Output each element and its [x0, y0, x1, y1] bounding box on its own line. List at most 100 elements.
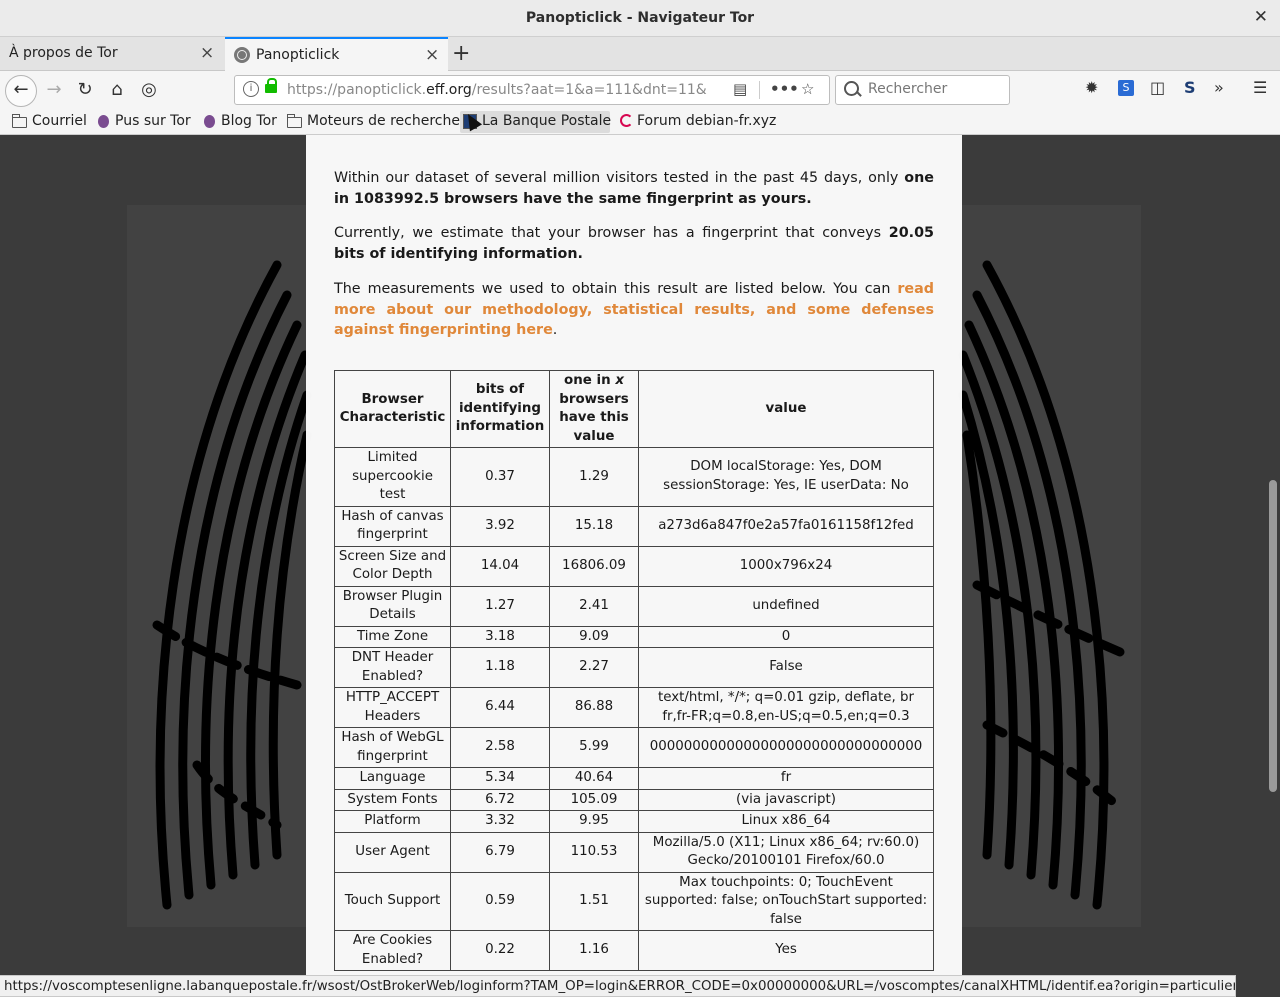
bookmark-forum-debian[interactable]: Forum debian-fr.xyz — [620, 111, 776, 133]
tab-about-tor[interactable]: À propos de Tor × — [0, 37, 224, 70]
fingerprint-results-table: Browser Characteristic bits of identifyi… — [334, 370, 934, 971]
cell-one-in-x: 105.09 — [549, 788, 639, 811]
bookmarks-toolbar: Courriel Pus sur Tor Blog Tor Moteurs de… — [0, 110, 1280, 135]
gear-icon[interactable]: ✹ — [1085, 78, 1098, 97]
site-info-icon[interactable]: i — [243, 81, 259, 97]
cell-value: Yes — [638, 930, 934, 971]
cell-bits: 0.22 — [450, 930, 550, 971]
search-box[interactable] — [835, 75, 1010, 105]
table-row: Limited supercookie test 0.37 1.29 DOM loca… — [334, 447, 934, 507]
table-row: Touch Support 0.59 1.51 Max touchpoints: 0;… — [334, 871, 934, 931]
tab-close-icon[interactable]: × — [200, 43, 214, 63]
new-tab-button[interactable]: + — [452, 41, 470, 66]
status-bar-link-preview: https://voscomptesenligne.labanquepostal… — [0, 975, 1236, 997]
sidebar-icon[interactable]: ◫ — [1150, 78, 1165, 97]
page-actions-icon[interactable]: ••• — [770, 80, 799, 98]
onion-icon — [204, 115, 215, 128]
cell-one-in-x: 2.41 — [549, 585, 639, 627]
cell-one-in-x: 1.51 — [549, 871, 639, 931]
cell-value: fr — [638, 767, 934, 790]
bits-estimate-paragraph: Currently, we estimate that your browser… — [334, 225, 934, 262]
url-divider — [759, 81, 760, 99]
table-row: Language 5.34 40.64 fr — [334, 767, 934, 790]
search-input[interactable] — [866, 80, 1010, 98]
window-close-icon[interactable]: ✕ — [1254, 7, 1268, 27]
cell-value: (via javascript) — [638, 788, 934, 811]
cell-characteristic: Time Zone — [334, 625, 451, 648]
cell-one-in-x: 40.64 — [549, 767, 639, 790]
table-row: HTTP_ACCEPT Headers 6.44 86.88 text/html, *… — [334, 687, 934, 728]
header-bits: bits of identifying information — [450, 370, 550, 448]
onion-icon — [98, 115, 109, 128]
methodology-paragraph: The measurements we used to obtain this … — [334, 281, 934, 338]
cell-one-in-x: 110.53 — [549, 831, 639, 873]
bookmark-label: Pus sur Tor — [115, 113, 191, 129]
window-title: Panopticlick - Navigateur Tor — [525, 10, 755, 26]
bookmark-label: Courriel — [32, 113, 87, 129]
cell-one-in-x: 16806.09 — [549, 545, 639, 587]
cell-bits: 1.18 — [450, 647, 550, 688]
bookmark-moteurs-de-recherche[interactable]: Moteurs de recherche — [287, 111, 460, 133]
cell-value: 1000x796x24 — [638, 545, 934, 587]
cell-value: False — [638, 647, 934, 688]
table-row: Hash of WebGL fingerprint 2.58 5.99 0000000… — [334, 727, 934, 768]
bookmark-courriel[interactable]: Courriel — [12, 111, 92, 133]
bookmark-star-icon[interactable]: ☆ — [801, 80, 814, 98]
noscript-icon[interactable]: S — [1118, 80, 1134, 96]
cell-characteristic: Are Cookies Enabled? — [334, 930, 451, 971]
cell-value: undefined — [638, 585, 934, 627]
folder-icon — [287, 114, 302, 128]
table-row: Platform 3.32 9.95 Linux x86_64 — [334, 810, 934, 833]
bookmark-label: Forum debian-fr.xyz — [637, 113, 777, 129]
reload-button[interactable]: ↻ — [72, 78, 98, 104]
url-bar[interactable]: i https://panopticlick.eff.org/results?a… — [234, 75, 830, 105]
tab-panopticlick[interactable]: Panopticlick × — [225, 37, 448, 71]
cell-value: text/html, */*; q=0.01 gzip, deflate, br… — [638, 687, 934, 728]
cell-bits: 3.32 — [450, 810, 550, 833]
url-text[interactable]: https://panopticlick.eff.org/results?aat… — [287, 82, 707, 98]
bookmark-pus-sur-tor[interactable]: Pus sur Tor — [98, 111, 194, 133]
page-content[interactable]: Within our dataset of several million vi… — [0, 135, 1266, 975]
https-everywhere-icon[interactable]: S — [1184, 78, 1196, 97]
cell-bits: 14.04 — [450, 545, 550, 587]
vertical-scrollbar[interactable] — [1266, 135, 1280, 975]
bookmark-blog-tor[interactable]: Blog Tor — [204, 111, 278, 133]
cell-characteristic: Hash of WebGL fingerprint — [334, 727, 451, 768]
tor-onion-button[interactable]: ◎ — [136, 78, 162, 104]
bookmark-la-banque-postale[interactable]: La Banque Postale — [460, 111, 611, 133]
forward-button[interactable]: → — [41, 78, 67, 104]
tab-label: À propos de Tor — [9, 45, 118, 61]
table-row: Hash of canvas fingerprint 3.92 15.18 a273d… — [334, 505, 934, 547]
home-button[interactable]: ⌂ — [104, 78, 130, 104]
cell-characteristic: HTTP_ACCEPT Headers — [334, 687, 451, 728]
search-icon — [844, 81, 859, 96]
table-row: Screen Size and Color Depth 14.04 16806.09… — [334, 545, 934, 587]
tab-label: Panopticlick — [256, 47, 340, 63]
cell-bits: 1.27 — [450, 585, 550, 627]
window-titlebar: Panopticlick - Navigateur Tor ✕ — [0, 0, 1280, 37]
cell-bits: 3.18 — [450, 625, 550, 648]
menu-hamburger-icon[interactable]: ☰ — [1253, 78, 1267, 97]
tab-close-icon[interactable]: × — [425, 45, 439, 65]
cell-one-in-x: 9.95 — [549, 810, 639, 833]
folder-icon — [12, 114, 27, 128]
overflow-chevron-icon[interactable]: » — [1214, 78, 1224, 97]
cell-value: Linux x86_64 — [638, 810, 934, 833]
cell-characteristic: Browser Plugin Details — [334, 585, 451, 627]
cell-characteristic: Hash of canvas fingerprint — [334, 505, 451, 547]
table-row: User Agent 6.79 110.53 Mozilla/5.0 (X11; Li… — [334, 831, 934, 873]
cell-value: a273d6a847f0e2a57fa0161158f12fed — [638, 505, 934, 547]
scrollbar-thumb[interactable] — [1269, 480, 1277, 792]
back-button[interactable]: ← — [5, 75, 37, 107]
cell-characteristic: Screen Size and Color Depth — [334, 545, 451, 587]
table-row: Browser Plugin Details 1.27 2.41 undefined — [334, 585, 934, 627]
cell-one-in-x: 1.16 — [549, 930, 639, 971]
header-one-in-x: one in x browsers have this value — [549, 370, 639, 448]
cell-characteristic: Touch Support — [334, 871, 451, 931]
navigation-toolbar: ← → ↻ ⌂ ◎ i https://panopticlick.eff.org… — [0, 71, 1280, 110]
table-row: System Fonts 6.72 105.09 (via javascript) — [334, 788, 934, 811]
cell-value: 0 — [638, 625, 934, 648]
table-row: DNT Header Enabled? 1.18 2.27 False — [334, 647, 934, 688]
table-row: Time Zone 3.18 9.09 0 — [334, 625, 934, 648]
reader-view-icon[interactable]: ▤ — [733, 80, 747, 98]
